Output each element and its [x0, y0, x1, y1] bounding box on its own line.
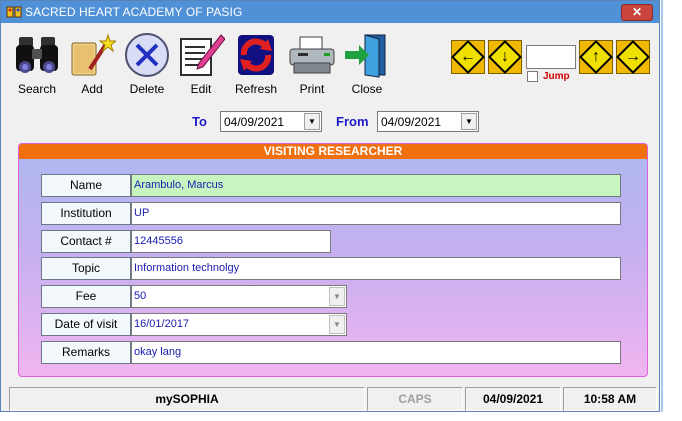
last-record-button[interactable]: → — [616, 40, 650, 74]
remarks-field[interactable]: okay lang — [131, 341, 621, 364]
app-window: SACRED HEART ACADEMY OF PASIG ✕ Search A… — [0, 0, 660, 412]
prev-arrow-glyph: ↓ — [501, 48, 509, 65]
date-of-visit-value: 16/01/2017 — [134, 318, 190, 330]
to-date-picker[interactable]: 04/09/2021 ▼ — [220, 111, 322, 132]
chevron-down-icon[interactable]: ▼ — [329, 287, 345, 306]
name-field[interactable]: Arambulo, Marcus — [131, 174, 621, 197]
topic-field[interactable]: Information technolgy — [131, 257, 621, 280]
jump-label: Jump — [543, 71, 570, 82]
status-app-name: mySOPHIA — [9, 387, 365, 411]
chevron-down-icon[interactable]: ▼ — [461, 113, 477, 130]
from-date-picker[interactable]: 04/09/2021 ▼ — [377, 111, 479, 132]
fee-value: 50 — [134, 290, 147, 302]
first-record-button[interactable]: ← — [451, 40, 485, 74]
fee-label: Fee — [41, 285, 131, 308]
status-time: 10:58 AM — [563, 387, 657, 411]
close-button[interactable]: Close — [342, 31, 392, 97]
institution-label: Institution — [41, 202, 131, 225]
remarks-label: Remarks — [41, 341, 131, 364]
edit-label: Edit — [190, 82, 212, 96]
delete-label: Delete — [129, 82, 165, 96]
refresh-icon — [231, 31, 281, 79]
window-edge — [661, 0, 663, 412]
refresh-label: Refresh — [234, 82, 278, 96]
from-date-value: 04/09/2021 — [381, 115, 442, 129]
search-label: Search — [17, 82, 57, 96]
to-date-value: 04/09/2021 — [224, 115, 285, 129]
date-of-visit-label: Date of visit — [41, 313, 131, 336]
from-label: From — [336, 114, 369, 129]
print-label: Print — [299, 82, 325, 96]
visiting-researcher-panel: VISITING RESEARCHER Name Arambulo, Marcu… — [18, 143, 648, 377]
refresh-button[interactable]: Refresh — [231, 31, 281, 97]
close-label: Close — [351, 82, 383, 96]
delete-x-icon — [122, 31, 172, 79]
binoculars-icon — [12, 31, 62, 79]
first-arrow-glyph: ← — [460, 48, 476, 65]
window-close-button[interactable]: ✕ — [621, 4, 653, 21]
status-caps: CAPS — [367, 387, 463, 411]
institution-field[interactable]: UP — [131, 202, 621, 225]
title-bar[interactable]: SACRED HEART ACADEMY OF PASIG ✕ — [1, 1, 659, 23]
fee-select[interactable]: 50 ▼ — [131, 285, 347, 308]
print-button[interactable]: Print — [287, 31, 337, 97]
next-record-button[interactable]: ↑ — [579, 40, 613, 74]
jump-checkbox[interactable] — [527, 71, 538, 82]
contact-field[interactable]: 12445556 — [131, 230, 331, 253]
contact-label: Contact # — [41, 230, 131, 253]
edit-pencil-icon — [176, 31, 226, 79]
prev-record-button[interactable]: ↓ — [488, 40, 522, 74]
status-date: 04/09/2021 — [465, 387, 561, 411]
delete-button[interactable]: Delete — [122, 31, 172, 97]
panel-title: VISITING RESEARCHER — [19, 144, 647, 159]
add-button[interactable]: Add — [67, 31, 117, 97]
jump-input[interactable] — [526, 45, 576, 69]
search-button[interactable]: Search — [12, 31, 62, 97]
window-title: SACRED HEART ACADEMY OF PASIG — [25, 5, 243, 19]
next-arrow-glyph: ↑ — [592, 48, 600, 65]
date-of-visit-select[interactable]: 16/01/2017 ▼ — [131, 313, 347, 336]
status-bar: mySOPHIA CAPS 04/09/2021 10:58 AM — [9, 387, 657, 411]
to-label: To — [192, 114, 207, 129]
chevron-down-icon[interactable]: ▼ — [329, 315, 345, 334]
chevron-down-icon[interactable]: ▼ — [304, 113, 320, 130]
app-logo-icon — [6, 5, 22, 22]
exit-door-icon — [342, 31, 392, 79]
printer-icon — [287, 31, 337, 79]
topic-label: Topic — [41, 257, 131, 280]
name-label: Name — [41, 174, 131, 197]
last-arrow-glyph: → — [625, 48, 641, 65]
add-label: Add — [81, 82, 103, 96]
edit-button[interactable]: Edit — [176, 31, 226, 97]
add-wand-icon — [67, 31, 117, 79]
